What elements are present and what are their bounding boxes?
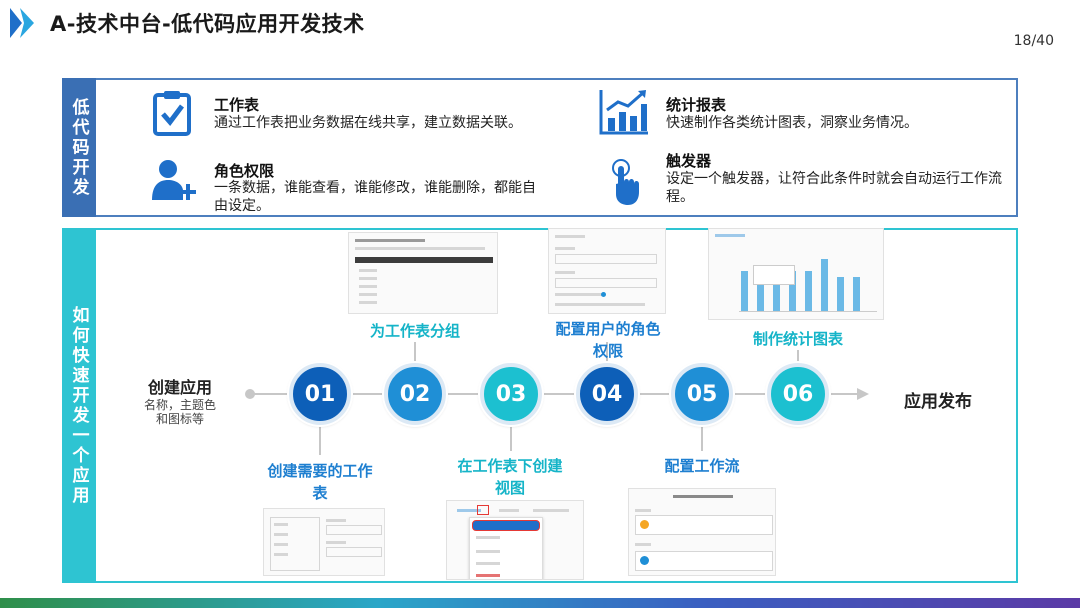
quick-dev-side-text: 如何快速开发一个应用 <box>68 305 89 506</box>
bar-chart-icon <box>599 90 648 135</box>
thumb-create-worksheet <box>263 508 385 576</box>
step-circle-06: 06 <box>767 363 829 425</box>
feature-title-triggers: 触发器 <box>666 152 712 170</box>
step-label-01-line1: 创建需要的工作 <box>267 462 373 480</box>
feature-title-roles: 角色权限 <box>214 162 275 180</box>
low-code-side-label: 低代码开发 <box>62 78 96 217</box>
clipboard-check-icon <box>153 91 191 136</box>
connector-06 <box>797 350 799 364</box>
quick-dev-side-label: 如何快速开发一个应用 <box>62 228 96 583</box>
timeline-start-dot <box>245 389 255 399</box>
feature-desc-reports: 快速制作各类统计图表，洞察业务情况。 <box>666 115 918 131</box>
step-label-02-line1: 为工作表分组 <box>369 322 460 340</box>
end-title: 应用发布 <box>904 392 972 412</box>
step-label-04: 配置用户的角色 权限 <box>538 318 678 362</box>
connector-02 <box>414 342 416 364</box>
step-label-01-line2: 表 <box>312 484 328 502</box>
step-circle-04: 04 <box>576 363 638 425</box>
step-label-06: 制作统计图表 <box>728 328 868 350</box>
step-label-03: 在工作表下创建 视图 <box>440 455 580 499</box>
step-circle-01: 01 <box>289 363 351 425</box>
thumb-workflow <box>628 488 776 576</box>
brand-chevron-icon <box>10 8 34 38</box>
step-label-03-line1: 在工作表下创建 <box>457 457 563 475</box>
connector-03 <box>510 425 512 451</box>
timeline-arrow-icon <box>857 388 869 400</box>
thumb-worksheet-group <box>348 232 498 314</box>
connector-05 <box>701 425 703 451</box>
page-title: A-技术中台-低代码应用开发技术 <box>50 12 365 36</box>
start-sub-2: 和图标等 <box>155 412 204 426</box>
step-label-05: 配置工作流 <box>632 455 772 477</box>
step-label-04-line2: 权限 <box>592 342 623 360</box>
thumb-statistics-chart <box>708 228 884 320</box>
thumb-create-view <box>446 500 584 580</box>
feature-title-reports: 统计报表 <box>666 96 727 114</box>
step-label-02: 为工作表分组 <box>345 320 485 342</box>
step-label-04-line1: 配置用户的角色 <box>555 320 661 338</box>
start-title: 创建应用 <box>147 378 212 397</box>
feature-desc-roles: 一条数据，谁能查看，谁能修改，谁能删除，都能自由设定。 <box>214 180 536 214</box>
user-add-icon <box>152 160 196 200</box>
connector-01 <box>319 425 321 455</box>
step-label-05-line1: 配置工作流 <box>664 457 740 475</box>
touch-hand-icon <box>612 159 639 205</box>
feature-desc-worksheet: 通过工作表把业务数据在线共享，建立数据关联。 <box>214 115 522 131</box>
step-label-01: 创建需要的工作 表 <box>250 460 390 504</box>
footer-gradient-bar <box>0 598 1080 608</box>
feature-title-worksheet: 工作表 <box>214 96 260 114</box>
thumb-role-permission <box>548 228 666 314</box>
step-circle-05: 05 <box>671 363 733 425</box>
step-label-03-line2: 视图 <box>494 479 525 497</box>
start-sub-1: 名称，主题色 <box>143 398 216 412</box>
step-label-06-line1: 制作统计图表 <box>752 330 843 348</box>
feature-desc-triggers: 设定一个触发器，让符合此条件时就会自动运行工作流程。 <box>666 171 1002 205</box>
start-block: 创建应用 名称，主题色 和图标等 <box>140 374 220 426</box>
step-circle-03: 03 <box>480 363 542 425</box>
step-circle-02: 02 <box>384 363 446 425</box>
low-code-side-text: 低代码开发 <box>68 97 89 198</box>
page-number: 18/40 <box>1013 33 1054 49</box>
